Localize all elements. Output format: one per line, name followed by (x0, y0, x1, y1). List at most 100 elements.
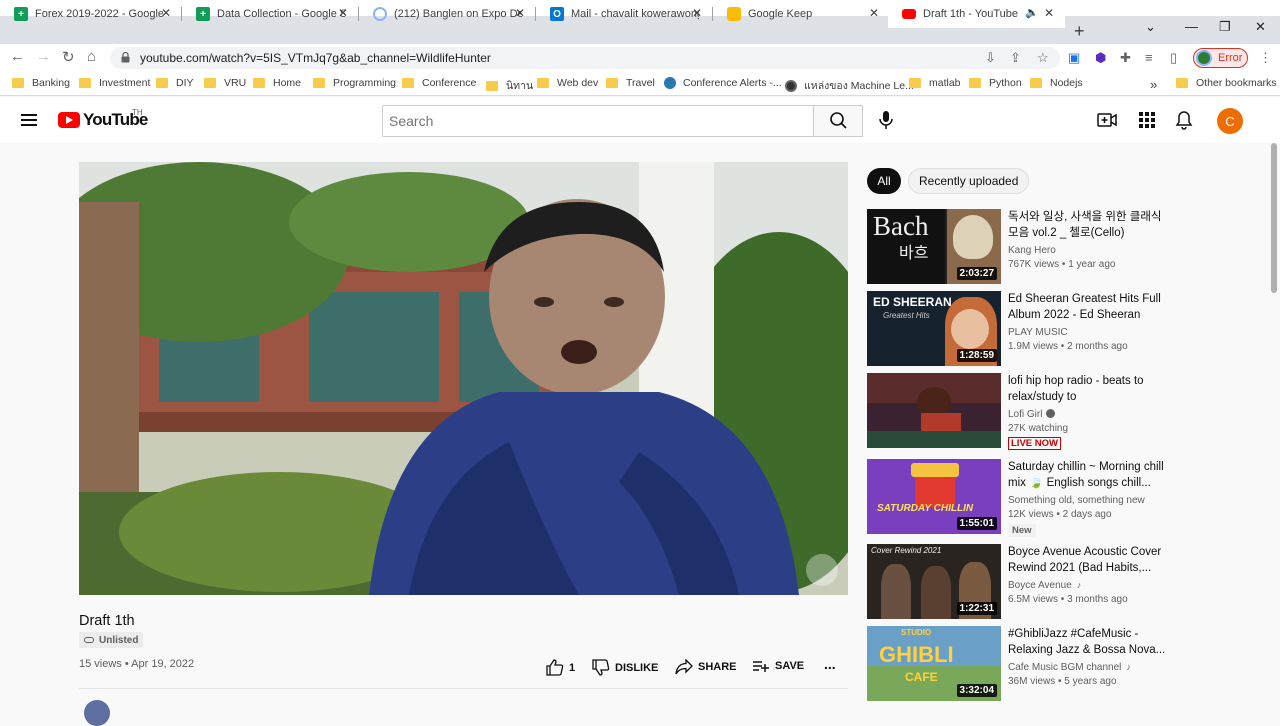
recommendation-item[interactable]: lofi hip hop radio - beats to relax/stud… (867, 373, 1217, 453)
video-thumbnail[interactable]: STUDIO GHIBLI CAFE 3:32:04 (867, 626, 1001, 701)
dislike-button[interactable]: DISLIKE (592, 659, 658, 676)
bookmarks-overflow-button[interactable]: » (1150, 77, 1157, 92)
recommendation-item[interactable]: Cover Rewind 2021 1:22:31 Boyce Avenue A… (867, 544, 1217, 624)
recommendation-title[interactable]: 독서와 일상, 사색을 위한 클래식 모음 vol.2 _ 첼로(Cello) (1008, 209, 1173, 241)
recommendation-title[interactable]: Boyce Avenue Acoustic Cover Rewind 2021 … (1008, 544, 1173, 576)
bookmark-python[interactable]: Python (969, 77, 1022, 89)
tab-banglen[interactable]: (212) Banglen on Expo Develo ✕ (359, 0, 536, 28)
save-button[interactable]: SAVE (752, 659, 804, 673)
extensions-puzzle-icon[interactable]: ✚ (1120, 50, 1131, 66)
video-thumbnail[interactable]: SATURDAY CHILLIN 1:55:01 (867, 459, 1001, 534)
recommendation-item[interactable]: ED SHEERAN Greatest Hits 1:28:59 Ed Shee… (867, 291, 1217, 371)
create-video-icon[interactable] (1097, 110, 1117, 130)
media-icon[interactable]: ≡ (1145, 50, 1153, 65)
close-icon[interactable]: ✕ (335, 6, 351, 20)
side-panel-icon[interactable]: ▯ (1170, 50, 1177, 66)
url-text[interactable]: youtube.com/watch?v=5IS_VTmJq7g&ab_chann… (140, 51, 491, 65)
share-button[interactable]: SHARE (675, 659, 737, 675)
bookmark-banking[interactable]: Banking (12, 77, 70, 89)
bookmark-travel[interactable]: Travel (606, 77, 655, 89)
minimize-button[interactable]: — (1185, 19, 1198, 34)
home-icon[interactable]: ⌂ (87, 48, 96, 65)
bookmark-machine-learning[interactable]: แหล่งของ Machine Le... (785, 77, 914, 94)
bookmark-label: Investment (99, 77, 151, 89)
bookmark-investment[interactable]: Investment (79, 77, 150, 89)
page-scrollbar[interactable] (1271, 143, 1277, 293)
tab-data-collection[interactable]: + Data Collection - Google She ✕ (182, 0, 359, 28)
view-stats: 12K views • 2 days ago (1008, 509, 1112, 520)
share-page-icon[interactable]: ⇪ (1010, 50, 1021, 66)
more-actions-button[interactable]: ... (824, 656, 836, 672)
like-button[interactable]: 1 (546, 659, 575, 676)
lock-icon[interactable] (121, 52, 130, 63)
recommendation-item[interactable]: Bach 바흐 2:03:27 독서와 일상, 사색을 위한 클래식 모음 vo… (867, 209, 1217, 289)
channel-name[interactable]: Something old, something new (1008, 495, 1145, 506)
close-icon[interactable]: ✕ (689, 6, 705, 20)
bookmark-nodejs[interactable]: Nodejs (1030, 77, 1083, 89)
profile-error-button[interactable]: Error (1193, 48, 1248, 68)
bookmark-matlab[interactable]: matlab (909, 77, 961, 89)
recommendation-item[interactable]: STUDIO GHIBLI CAFE 3:32:04 #GhibliJazz #… (867, 626, 1217, 706)
bookmark-home[interactable]: Home (253, 77, 301, 89)
bookmark-diy[interactable]: DIY (156, 77, 194, 89)
channel-name[interactable]: Boyce Avenue ♪ (1008, 580, 1081, 591)
search-box[interactable] (382, 105, 814, 137)
link-icon (84, 637, 94, 643)
channel-watermark[interactable] (806, 554, 838, 586)
search-button[interactable] (813, 105, 863, 137)
youtube-logo-icon[interactable] (58, 112, 80, 128)
bookmark-web-dev[interactable]: Web dev (537, 77, 598, 89)
install-icon[interactable]: ⇩ (985, 50, 996, 66)
tab-youtube-active[interactable]: Draft 1th - YouTube 🔈 ✕ (888, 0, 1065, 28)
bookmark-nithan[interactable]: นิทาน (486, 77, 533, 94)
channel-name[interactable]: PLAY MUSIC (1008, 327, 1068, 338)
tab-forex[interactable]: + Forex 2019-2022 - Google Sh ✕ (0, 0, 182, 28)
bookmark-other[interactable]: Other bookmarks (1176, 77, 1277, 89)
tab-mail[interactable]: O Mail - chavalit kowerawong - ✕ (536, 0, 713, 28)
chip-recently-uploaded[interactable]: Recently uploaded (908, 168, 1030, 194)
new-tab-button[interactable]: + (1074, 21, 1085, 42)
close-icon[interactable]: ✕ (512, 6, 528, 20)
apps-grid-icon[interactable] (1137, 110, 1157, 130)
tab-keep[interactable]: Google Keep ✕ (713, 0, 890, 28)
chip-all[interactable]: All (867, 168, 901, 194)
video-thumbnail[interactable] (867, 373, 1001, 448)
bookmark-label: matlab (929, 77, 961, 89)
bookmark-programming[interactable]: Programming (313, 77, 396, 89)
account-avatar[interactable]: C (1217, 108, 1243, 134)
extension-badge-icon[interactable]: ⬢ (1095, 50, 1106, 66)
channel-name[interactable]: Cafe Music BGM channel ♪ (1008, 662, 1131, 673)
menu-kebab-icon[interactable]: ⋮ (1259, 50, 1272, 66)
bookmark-star-icon[interactable]: ☆ (1037, 50, 1049, 66)
video-thumbnail[interactable]: Bach 바흐 2:03:27 (867, 209, 1001, 284)
close-icon[interactable]: ✕ (866, 6, 882, 20)
recommendation-title[interactable]: lofi hip hop radio - beats to relax/stud… (1008, 373, 1173, 405)
recommendation-item[interactable]: SATURDAY CHILLIN 1:55:01 Saturday chilli… (867, 459, 1217, 539)
recommendation-title[interactable]: Saturday chillin ~ Morning chill mix 🍃 E… (1008, 459, 1173, 491)
hamburger-menu-icon[interactable] (21, 114, 37, 126)
bookmark-vru[interactable]: VRU (204, 77, 246, 89)
microphone-icon[interactable] (876, 109, 896, 131)
notifications-bell-icon[interactable] (1174, 110, 1194, 130)
search-input[interactable] (383, 106, 803, 136)
recommendation-title[interactable]: Ed Sheeran Greatest Hits Full Album 2022… (1008, 291, 1173, 323)
tab-search-icon[interactable]: ⌄ (1145, 19, 1156, 35)
forward-icon[interactable]: → (36, 48, 51, 65)
back-icon[interactable]: ← (10, 48, 25, 65)
translate-icon[interactable]: ▣ (1068, 50, 1080, 66)
speaker-icon[interactable]: 🔈 (1025, 6, 1039, 19)
channel-name[interactable]: Kang Hero (1008, 245, 1056, 256)
video-thumbnail[interactable]: Cover Rewind 2021 1:22:31 (867, 544, 1001, 619)
video-thumbnail[interactable]: ED SHEERAN Greatest Hits 1:28:59 (867, 291, 1001, 366)
maximize-button[interactable]: ❐ (1219, 19, 1231, 35)
bookmark-conference[interactable]: Conference (402, 77, 476, 89)
video-player[interactable] (79, 162, 848, 595)
close-window-button[interactable]: ✕ (1255, 19, 1266, 35)
bookmark-conference-alerts[interactable]: Conference Alerts -... (664, 77, 782, 89)
channel-avatar[interactable] (84, 700, 110, 726)
recommendation-title[interactable]: #GhibliJazz #CafeMusic - Relaxing Jazz &… (1008, 626, 1173, 658)
close-icon[interactable]: ✕ (1041, 6, 1057, 20)
reload-icon[interactable]: ↻ (62, 48, 75, 66)
close-icon[interactable]: ✕ (158, 6, 174, 20)
channel-name[interactable]: Lofi Girl (1008, 409, 1056, 420)
